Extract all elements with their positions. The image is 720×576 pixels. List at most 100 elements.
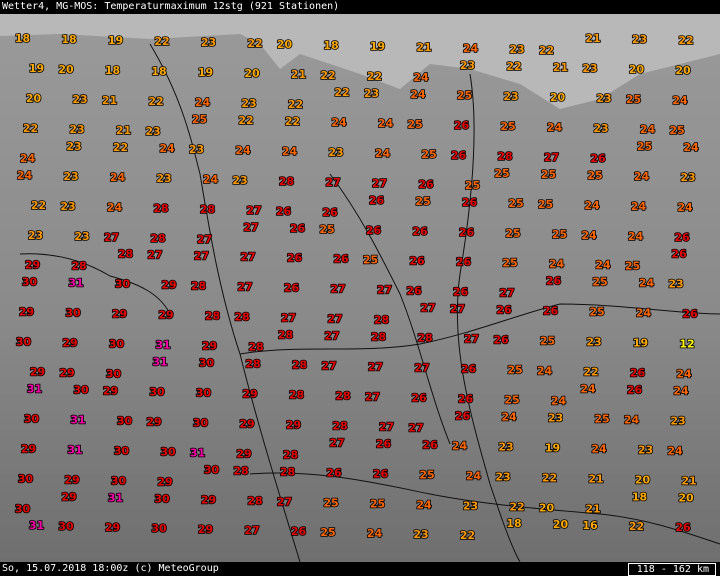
station-temp-label: 29 — [157, 475, 172, 488]
station-temp-label: 27 — [450, 303, 465, 316]
station-temp-label: 24 — [580, 383, 596, 396]
station-temp-label: 30 — [204, 463, 220, 476]
station-temp-label: 29 — [59, 367, 74, 380]
station-temp-label: 28 — [335, 390, 350, 403]
station-temp-label: 25 — [457, 89, 472, 102]
station-temp-label: 30 — [151, 522, 167, 535]
station-temp-label: 26 — [409, 255, 425, 268]
station-temp-label: 25 — [415, 195, 430, 208]
station-temp-label: 23 — [509, 43, 524, 56]
station-temp-label: 24 — [410, 88, 426, 101]
station-temp-label: 31 — [29, 519, 44, 532]
station-temp-label: 24 — [636, 307, 652, 320]
title-bar: Wetter4, MG-MOS: Temperaturmaximum 12stg… — [0, 0, 720, 14]
scale-box: 118 - 162 km — [627, 563, 716, 576]
station-temp-label: 30 — [15, 502, 31, 515]
map-window: Wetter4, MG-MOS: Temperaturmaximum 12stg… — [0, 0, 720, 576]
station-temp-label: 29 — [146, 415, 161, 428]
station-temp-label: 27 — [327, 313, 342, 326]
station-temp-label: 23 — [638, 443, 653, 456]
map-area[interactable]: 18 18 19 22 23 22 20 18 19 21 24 23 22 21 23 22 19 20 18 18… — [0, 14, 720, 562]
station-temp-label: 27 — [147, 249, 162, 262]
station-temp-label: 21 — [588, 472, 603, 485]
station-temp-label: 18 — [632, 490, 647, 503]
station-temp-label: 26 — [630, 367, 646, 380]
station-temp-label: 23 — [364, 87, 379, 100]
station-temp-label: 27 — [104, 231, 119, 244]
station-temp-label: 19 — [108, 34, 123, 47]
station-temp-label: 26 — [366, 224, 382, 237]
station-temp-label: 29 — [19, 306, 34, 319]
station-temp-label: 23 — [498, 440, 513, 453]
station-temp-label: 23 — [463, 499, 478, 512]
station-temp-label: 28 — [374, 314, 389, 327]
station-temp-label: 24 — [413, 71, 429, 84]
station-temp-label: 28 — [71, 260, 86, 273]
station-temp-label: 26 — [290, 222, 306, 235]
station-temp-label: 24 — [463, 42, 479, 55]
station-temp-label: 23 — [69, 123, 84, 136]
station-temp-label: 18 — [323, 39, 338, 52]
station-temp-label: 29 — [198, 523, 213, 536]
station-temp-label: 26 — [674, 231, 690, 244]
station-temp-label: 25 — [508, 197, 523, 210]
station-temp-label: 25 — [320, 526, 335, 539]
station-temp-label: 30 — [160, 445, 176, 458]
station-temp-label: 23 — [60, 200, 75, 213]
station-temp-label: 20 — [678, 491, 694, 504]
station-temp-label: 29 — [158, 309, 173, 322]
station-temp-label: 30 — [149, 386, 165, 399]
station-temp-label: 24 — [676, 368, 692, 381]
station-temp-label: 22 — [320, 69, 335, 82]
station-temp-label: 25 — [541, 168, 556, 181]
station-temp-label: 28 — [332, 419, 347, 432]
station-temp-label: 26 — [373, 467, 389, 480]
station-temp-label: 29 — [64, 473, 79, 486]
station-temp-label: 16 — [582, 519, 598, 532]
station-temp-label: 21 — [553, 61, 568, 74]
station-temp-label: 29 — [105, 521, 120, 534]
station-temp-label: 29 — [161, 279, 176, 292]
station-temp-label: 26 — [493, 334, 509, 347]
station-temp-label: 28 — [248, 341, 263, 354]
station-temp-label: 24 — [677, 201, 693, 214]
station-temp-label: 29 — [61, 490, 76, 503]
station-temp-label: 24 — [375, 147, 391, 160]
station-temp-label: 20 — [550, 91, 566, 104]
station-temp-label: 26 — [453, 286, 469, 299]
station-temp-label: 28 — [279, 175, 294, 188]
station-temp-label: 25 — [538, 198, 553, 211]
station-temp-label: 28 — [233, 464, 248, 477]
station-temp-label: 26 — [462, 196, 478, 209]
station-temp-label: 26 — [546, 275, 562, 288]
station-temp-label: 26 — [627, 384, 643, 397]
station-temp-label: 30 — [193, 416, 209, 429]
station-temp-label: 31 — [27, 383, 42, 396]
station-temp-label: 24 — [549, 258, 565, 271]
station-temp-label: 24 — [282, 145, 298, 158]
station-temp-label: 25 — [552, 228, 567, 241]
station-temp-label: 27 — [197, 233, 212, 246]
station-temp-label: 26 — [412, 225, 428, 238]
station-temp-label: 25 — [407, 118, 422, 131]
station-temp-label: 22 — [460, 529, 475, 542]
station-temp-label: 28 — [234, 311, 249, 324]
station-temp-label: 25 — [502, 257, 517, 270]
station-temp-label: 29 — [239, 417, 254, 430]
station-temp-label: 31 — [155, 339, 170, 352]
station-temp-label: 24 — [551, 395, 567, 408]
station-temp-label: 25 — [419, 468, 434, 481]
station-temp-label: 23 — [548, 411, 563, 424]
station-temp-label: 19 — [29, 62, 44, 75]
temperature-map[interactable]: 18 18 19 22 23 22 20 18 19 21 24 23 22 21 23 22 19 20 18 18… — [0, 14, 720, 562]
station-temp-label: 23 — [66, 140, 81, 153]
station-temp-label: 24 — [584, 199, 600, 212]
station-temp-label: 26 — [675, 521, 691, 534]
station-temp-label: 26 — [284, 282, 300, 295]
station-temp-label: 27 — [372, 177, 387, 190]
station-temp-label: 22 — [629, 520, 644, 533]
station-temp-label: 27 — [544, 151, 559, 164]
station-temp-label: 30 — [109, 338, 125, 351]
station-temp-label: 18 — [151, 65, 166, 78]
station-temp-label: 24 — [673, 385, 689, 398]
